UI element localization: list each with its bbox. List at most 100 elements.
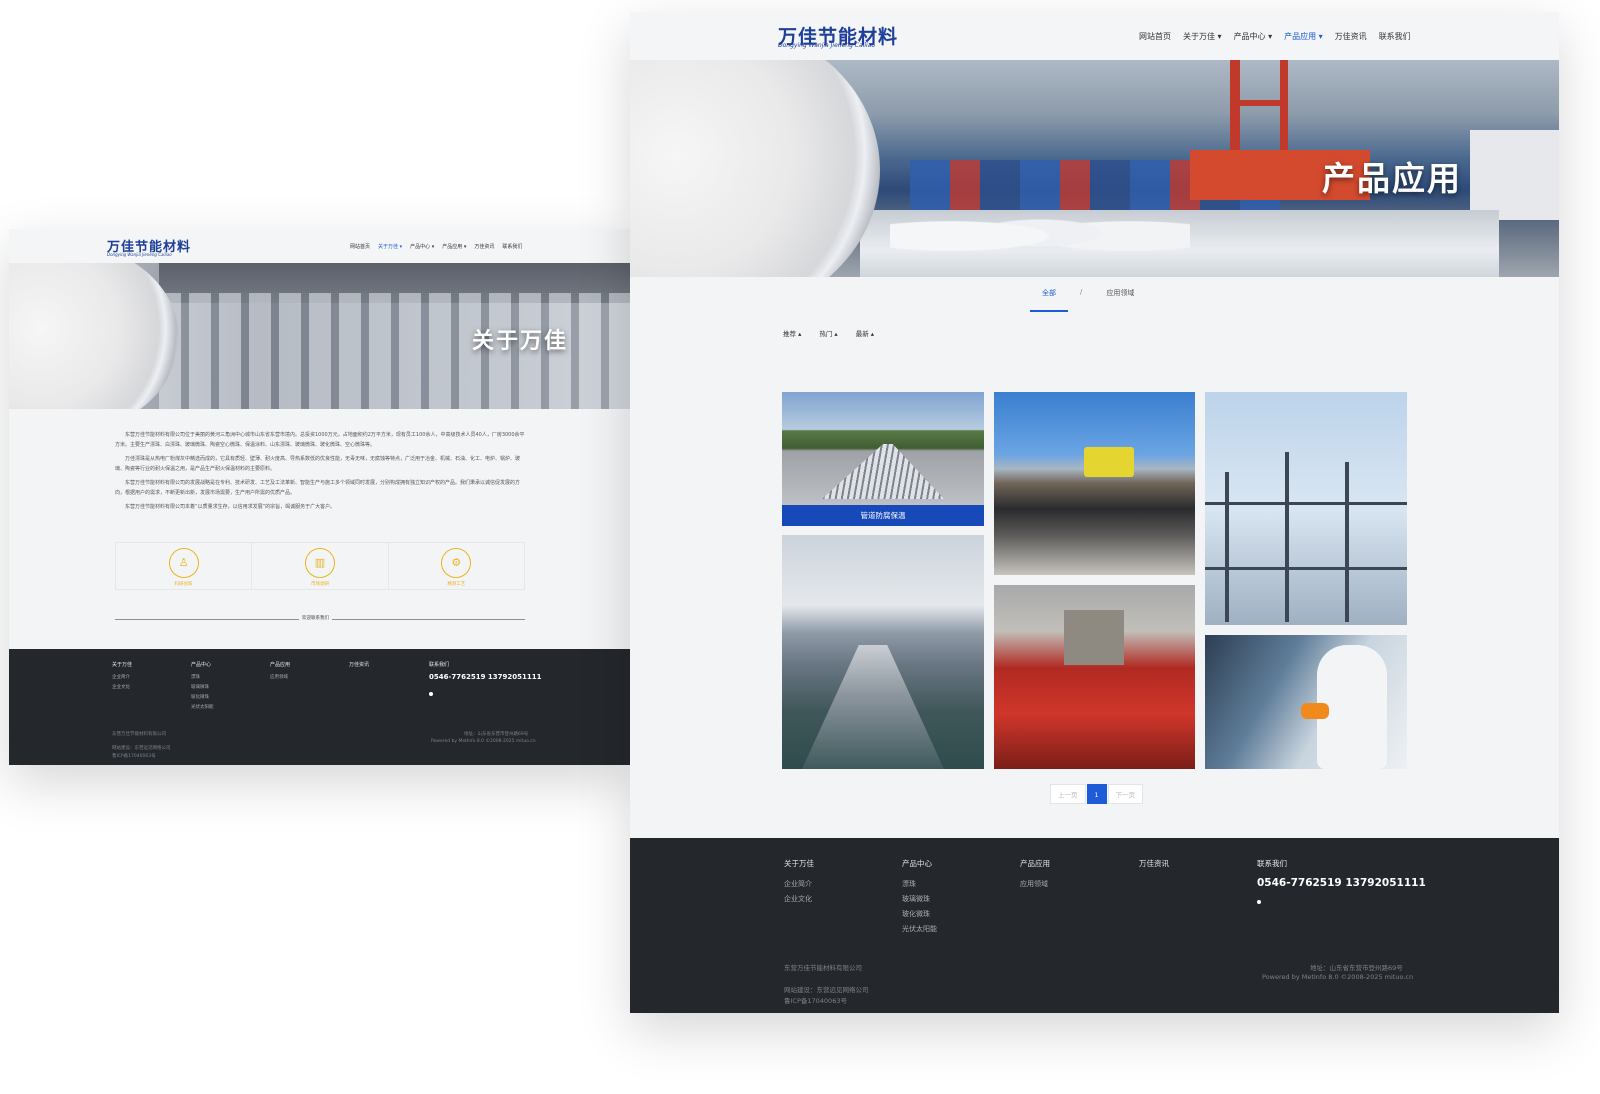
- footer-heading[interactable]: 产品应用: [270, 661, 290, 668]
- footer-powered[interactable]: Powered by MetInfo 8.0 ©2008-2025 mituo.…: [1262, 973, 1413, 981]
- power-line: [1205, 502, 1407, 505]
- footer-col-products: 产品中心 漂珠 玻璃微珠 玻化微珠 光伏太阳能: [902, 858, 937, 937]
- about-banner: 关于万佳: [9, 263, 631, 409]
- footer-link[interactable]: 企业文化: [112, 683, 132, 693]
- nav-products[interactable]: 产品中心 ▾: [1234, 31, 1273, 42]
- footer-link[interactable]: 应用领域: [270, 673, 290, 683]
- app-card-ship[interactable]: [782, 535, 984, 769]
- footer-link[interactable]: 光伏太阳能: [902, 922, 937, 937]
- about-paragraph: 东营万佳节能材料有限公司位于美丽的黄河三角洲中心城市山东省东营市境内。总投资10…: [115, 432, 525, 448]
- about-page-window: 万佳节能材料 Dongying Wanjia Jieneng Cailiao 网…: [9, 229, 631, 765]
- nav-about[interactable]: 关于万佳 ▾: [378, 243, 402, 250]
- feature-craft[interactable]: ⚙ 精湛工艺: [389, 543, 524, 589]
- nav-news[interactable]: 万佳资讯: [1335, 31, 1367, 42]
- nav-home[interactable]: 网站首页: [1139, 31, 1171, 42]
- tab-all[interactable]: 全部: [1030, 288, 1068, 312]
- nav-news[interactable]: 万佳资讯: [474, 243, 494, 250]
- footer-icp[interactable]: 鲁ICP备17040063号: [784, 995, 847, 1005]
- applications-banner: 产品应用: [630, 60, 1559, 277]
- footer-heading[interactable]: 关于万佳: [112, 661, 132, 668]
- app-card-pipeline[interactable]: 管道防腐保温: [782, 392, 984, 526]
- footer-link[interactable]: 企业简介: [112, 673, 132, 683]
- feature-label: 市场调研: [310, 582, 329, 587]
- footer-link[interactable]: 玻化微珠: [902, 907, 937, 922]
- footer-link[interactable]: 玻化微珠: [191, 693, 214, 703]
- footer-link[interactable]: 玻璃微珠: [902, 892, 937, 907]
- footer-link[interactable]: 应用领域: [1020, 877, 1050, 892]
- applications-page-window: 万佳节能材料 Dongying Wanjia Jieneng Cailiao 网…: [630, 12, 1559, 1013]
- footer-link[interactable]: 漂珠: [191, 673, 214, 683]
- footer-address: 地址：山东省东营市登州路69号: [464, 732, 529, 737]
- site-header: 万佳节能材料 Dongying Wanjia Jieneng Cailiao 网…: [630, 12, 1559, 60]
- nav-about[interactable]: 关于万佳 ▾: [1183, 31, 1222, 42]
- ship-bow-graphic: [802, 645, 944, 769]
- rig-building: [1470, 130, 1559, 220]
- main-nav: 网站首页 关于万佳 ▾ 产品中心 ▾ 产品应用 ▾ 万佳资讯 联系我们: [1139, 31, 1411, 42]
- power-pole: [1225, 472, 1229, 622]
- filter-latest[interactable]: 最新 ▴: [856, 328, 874, 338]
- nav-contact[interactable]: 联系我们: [502, 243, 522, 250]
- about-paragraph: 东营万佳节能材料有限公司的发展战略是在专利、技术研发、工艺及工法革新、智能生产与…: [115, 480, 521, 496]
- footer-heading[interactable]: 产品应用: [1020, 858, 1050, 869]
- footer-powered[interactable]: Powered by MetInfo 8.0 ©2008-2025 mituo.…: [431, 739, 536, 744]
- sort-filters: 推荐 ▴ 热门 ▴ 最新 ▴: [783, 328, 874, 338]
- app-card-machine[interactable]: [994, 585, 1195, 769]
- footer-heading[interactable]: 关于万佳: [784, 858, 814, 869]
- footer-icp[interactable]: 鲁ICP备17040063号: [112, 753, 156, 759]
- footer-builder[interactable]: 网站建设：东营远见网络公司: [784, 984, 869, 994]
- pager-current-page[interactable]: 1: [1086, 784, 1107, 804]
- road-roller-graphic: [1084, 447, 1134, 477]
- pagination: 上一页 1 下一页: [1050, 784, 1144, 804]
- tab-application-field[interactable]: 应用领域: [1106, 288, 1134, 298]
- pager-prev-button[interactable]: 上一页: [1050, 784, 1086, 804]
- footer-heading[interactable]: 产品中心: [902, 858, 937, 869]
- footer-heading[interactable]: 产品中心: [191, 661, 214, 668]
- footer-heading[interactable]: 联系我们: [1257, 858, 1426, 869]
- pipeline-graphic: [822, 444, 944, 499]
- power-pole: [1345, 462, 1349, 622]
- nav-home[interactable]: 网站首页: [350, 243, 370, 250]
- category-tabs: 全部 / 应用领域: [1030, 288, 1134, 312]
- cart-icon: ⚙: [441, 548, 472, 578]
- filter-recommended[interactable]: 推荐 ▴: [783, 328, 801, 338]
- feature-market[interactable]: ▥ 市场调研: [252, 543, 389, 589]
- power-pole: [1285, 452, 1289, 622]
- feature-row: ♙ 科研创新 ▥ 市场调研 ⚙ 精湛工艺: [115, 542, 525, 590]
- footer-link[interactable]: 企业文化: [784, 892, 814, 907]
- app-card-road[interactable]: [994, 392, 1195, 575]
- site-footer: 关于万佳 企业简介 企业文化 产品中心 漂珠 玻璃微珠 玻化微珠 光伏太阳能 产…: [630, 838, 1559, 1013]
- footer-col-news: 万佳资讯: [1139, 858, 1169, 877]
- site-logo-subtitle: Dongying Wanjia Jieneng Cailiao: [778, 42, 875, 49]
- footer-company: 东营万佳节能材料有限公司: [112, 732, 166, 737]
- footer-heading[interactable]: 万佳资讯: [1139, 858, 1169, 869]
- about-paragraph: 东营万佳节能材料有限公司本着“以质量求生存，以信用求发展”的宗旨，竭诚服务于广大…: [125, 504, 336, 510]
- nav-contact[interactable]: 联系我们: [1379, 31, 1411, 42]
- nav-applications[interactable]: 产品应用 ▾: [442, 243, 466, 250]
- nav-applications[interactable]: 产品应用 ▾: [1284, 31, 1323, 42]
- footer-link[interactable]: 企业简介: [784, 877, 814, 892]
- footer-link[interactable]: 光伏太阳能: [191, 703, 214, 713]
- footer-col-about: 关于万佳 企业简介 企业文化: [784, 858, 814, 907]
- card-caption: 管道防腐保温: [782, 505, 984, 526]
- footer-phone: 0546-7762519 13792051111: [429, 673, 542, 681]
- footer-heading[interactable]: 联系我们: [429, 661, 542, 668]
- nav-products[interactable]: 产品中心 ▾: [410, 243, 434, 250]
- location-dot-icon: [1257, 900, 1261, 904]
- footer-heading[interactable]: 万佳资讯: [349, 661, 369, 668]
- showcase-stage: 万佳节能材料 Dongying Wanjia Jieneng Cailiao 网…: [0, 0, 1600, 1094]
- banner-title: 关于万佳: [472, 329, 569, 354]
- feature-label: 精湛工艺: [447, 582, 466, 587]
- pager-next-button[interactable]: 下一页: [1107, 784, 1144, 804]
- powder-bags: [890, 200, 1190, 260]
- app-card-power[interactable]: [1205, 392, 1407, 625]
- feature-research[interactable]: ♙ 科研创新: [116, 543, 253, 589]
- footer-builder[interactable]: 网站建设：东营远见网络公司: [112, 745, 171, 751]
- footer-link[interactable]: 玻璃微珠: [191, 683, 214, 693]
- footer-address: 地址：山东省东营市登州路69号: [1310, 964, 1403, 972]
- site-header: 万佳节能材料 Dongying Wanjia Jieneng Cailiao 网…: [9, 229, 631, 263]
- app-card-spray[interactable]: [1205, 635, 1407, 769]
- footer-link[interactable]: 漂珠: [902, 877, 937, 892]
- filter-popular[interactable]: 热门 ▴: [819, 328, 837, 338]
- power-line: [1205, 567, 1407, 570]
- banner-title: 产品应用: [1322, 159, 1462, 198]
